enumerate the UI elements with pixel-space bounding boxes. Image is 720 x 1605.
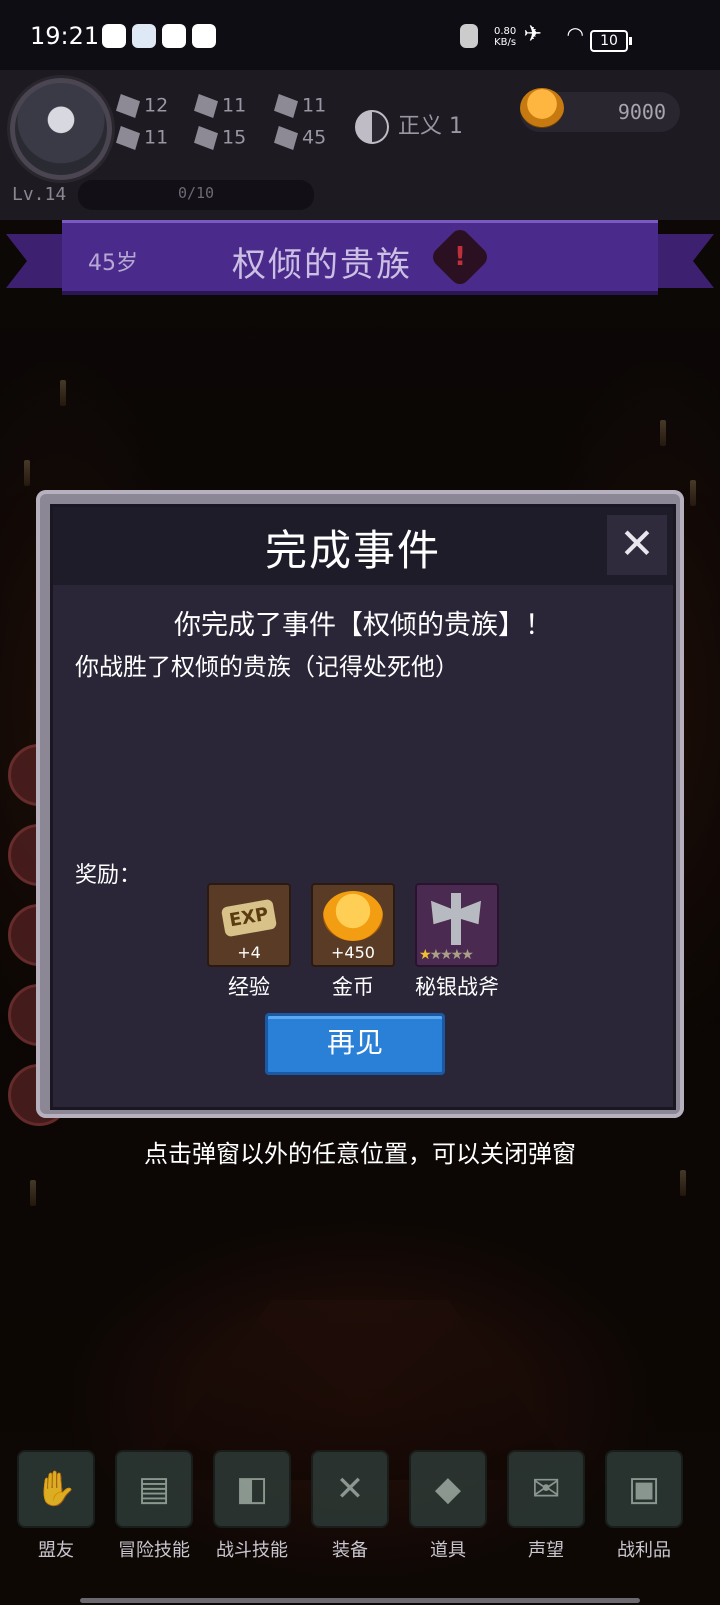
- player-level: Lv.14: [12, 184, 67, 205]
- wizard-hat-icon: [274, 94, 298, 118]
- alignment-indicator: 正义 1: [355, 108, 463, 144]
- status-time: 19:21: [30, 22, 100, 50]
- wings-icon: [274, 126, 298, 150]
- dialog-header: 完成事件 ✕: [53, 507, 673, 585]
- reward-item-axe[interactable]: ★★★★★ 秘银战斧: [415, 883, 499, 1001]
- handshake-icon: ✋: [17, 1450, 95, 1528]
- sword-icon: [194, 94, 218, 118]
- gold-coin-icon: [520, 88, 564, 128]
- event-complete-dialog: 完成事件 ✕ 你完成了事件【权倾的贵族】！ 你战胜了权倾的贵族（记得处死他） 奖…: [36, 490, 684, 1118]
- dialog-title: 完成事件: [264, 526, 441, 575]
- clover-icon: [116, 126, 140, 150]
- crossed-swords-icon: ✕: [311, 1450, 389, 1528]
- reward-name: 秘银战斧: [415, 975, 499, 999]
- nav-label: 冒险技能: [118, 1540, 190, 1561]
- stat-value: 15: [222, 126, 247, 149]
- star-icon: ★: [419, 947, 431, 963]
- stat-attack: 11: [194, 94, 246, 118]
- close-icon[interactable]: ✕: [607, 515, 667, 575]
- nav-label: 盟友: [38, 1540, 74, 1561]
- nav-label: 战利品: [617, 1540, 671, 1561]
- player-hud: 12 11 11 11 15 45 正义 1 9000 Lv.14 0/10: [0, 70, 720, 220]
- event-banner: 45岁 权倾的贵族 !: [0, 218, 720, 308]
- stat-agility: 45: [274, 126, 326, 150]
- stat-value: 12: [144, 94, 169, 117]
- xp-value: 0/10: [177, 184, 215, 202]
- net-speed-unit: KB/s: [494, 37, 517, 48]
- reward-amount: +450: [331, 943, 375, 962]
- treasure-chest-icon: ▣: [605, 1450, 683, 1528]
- reward-tile: ★★★★★: [415, 883, 499, 967]
- goodbye-button[interactable]: 再见: [265, 1013, 445, 1075]
- notification-app-icon: [102, 24, 126, 48]
- stat-value: 11: [302, 94, 327, 117]
- nav-reputation[interactable]: ✉ 声望: [500, 1450, 592, 1562]
- nav-allies[interactable]: ✋ 盟友: [10, 1450, 102, 1562]
- status-bar: 19:21 0.80 KB/s ✈ ◠ 10: [0, 0, 720, 70]
- stat-strength: 12: [116, 94, 168, 118]
- alignment-value: 1: [449, 114, 464, 139]
- net-speed-value: 0.80: [494, 26, 517, 37]
- reward-tile: EXP +4: [207, 883, 291, 967]
- player-age: 45岁: [88, 251, 138, 276]
- reward-item-exp[interactable]: EXP +4 经验: [207, 883, 291, 1001]
- banner-body: 45岁 权倾的贵族 !: [62, 220, 658, 295]
- backpack-icon: ◧: [213, 1450, 291, 1528]
- airplane-icon: ✈: [523, 22, 544, 47]
- gold-value: 9000: [617, 100, 666, 124]
- bottom-nav: ✋ 盟友 ▤ 冒险技能 ◧ 战斗技能 ✕ 装备 ◆ 道具 ✉ 声望 ▣ 战利品: [0, 1440, 720, 1580]
- scroll-icon: [194, 126, 218, 150]
- wifi-icon: ◠: [566, 22, 586, 46]
- nav-adventure-skills[interactable]: ▤ 冒险技能: [108, 1450, 200, 1562]
- nav-label: 战斗技能: [216, 1540, 288, 1561]
- stat-luck: 11: [116, 126, 168, 150]
- nav-label: 声望: [528, 1540, 564, 1561]
- close-hint-text: 点击弹窗以外的任意位置，可以关闭弹窗: [144, 1140, 576, 1168]
- message-app-icon: [192, 24, 216, 48]
- nav-label: 装备: [332, 1540, 368, 1561]
- yin-yang-icon: [355, 110, 389, 144]
- xp-progress-bar: 0/10: [78, 180, 314, 210]
- stat-magic: 11: [274, 94, 326, 118]
- vibrate-icon: [460, 24, 478, 48]
- event-description: 你战胜了权倾的贵族（记得处死他）: [75, 653, 459, 681]
- completion-message: 你完成了事件【权倾的贵族】！: [174, 610, 552, 641]
- reward-amount: +4: [237, 943, 261, 962]
- gesture-bar: [80, 1598, 640, 1603]
- telegram-icon: [132, 24, 156, 48]
- reward-tile: +450: [311, 883, 395, 967]
- dialog-panel: 完成事件 ✕ 你完成了事件【权倾的贵族】！ 你战胜了权倾的贵族（记得处死他） 奖…: [50, 504, 676, 1110]
- stat-value: 11: [222, 94, 247, 117]
- gold-counter: 9000: [520, 88, 680, 132]
- battle-axe-icon: [431, 893, 481, 945]
- fist-icon: [116, 94, 140, 118]
- reward-name: 经验: [228, 975, 270, 999]
- video-app-icon: [162, 24, 186, 48]
- alert-icon: !: [428, 225, 492, 289]
- nav-items[interactable]: ◆ 道具: [402, 1450, 494, 1562]
- stat-value: 11: [144, 126, 169, 149]
- nav-combat-skills[interactable]: ◧ 战斗技能: [206, 1450, 298, 1562]
- reward-label: 奖励：: [75, 863, 142, 888]
- reward-item-gold[interactable]: +450 金币: [311, 883, 395, 1001]
- spellbook-icon: ▤: [115, 1450, 193, 1528]
- parchment-icon: ✉: [507, 1450, 585, 1528]
- nav-loot[interactable]: ▣ 战利品: [598, 1450, 690, 1562]
- battery-icon: 10: [590, 30, 632, 52]
- star-empty-icon: ★★★★: [429, 947, 474, 963]
- pouch-icon: ◆: [409, 1450, 487, 1528]
- stat-value: 45: [302, 126, 327, 149]
- alignment-label: 正义: [398, 114, 443, 139]
- stat-knowledge: 15: [194, 126, 246, 150]
- nav-label: 道具: [430, 1540, 466, 1561]
- gold-coin-icon: [323, 891, 383, 941]
- reward-name: 金币: [332, 975, 374, 999]
- exp-scroll-icon: EXP: [220, 898, 278, 938]
- network-speed: 0.80 KB/s: [494, 26, 516, 48]
- rarity-stars: ★★★★★: [419, 947, 474, 963]
- player-avatar[interactable]: [10, 78, 112, 180]
- nav-equipment[interactable]: ✕ 装备: [304, 1450, 396, 1562]
- event-title: 权倾的贵族: [232, 245, 412, 285]
